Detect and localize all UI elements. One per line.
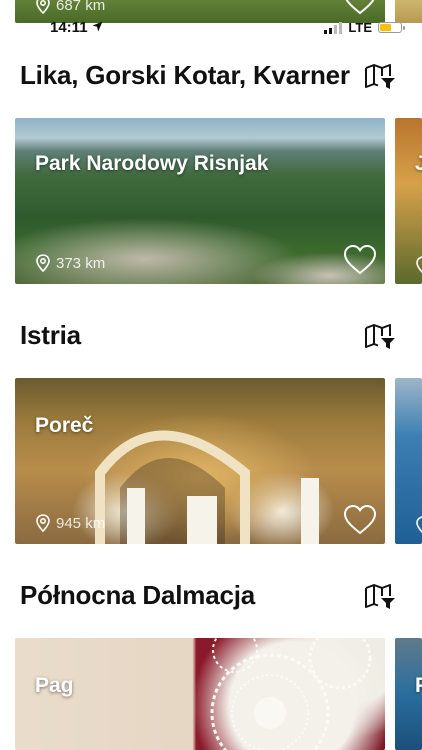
destination-card-peek[interactable]: [395, 378, 422, 544]
heart-icon[interactable]: [343, 504, 377, 536]
location-pin-icon: [36, 514, 50, 532]
heart-icon[interactable]: [343, 0, 377, 16]
card-distance-text: 687 km: [56, 0, 106, 14]
location-arrow-icon: [92, 21, 103, 32]
section-title: Istria: [20, 320, 81, 350]
battery-icon: [378, 22, 405, 33]
location-pin-icon: [36, 0, 50, 14]
card-title: J: [415, 152, 422, 175]
section-title: Lika, Gorski Kotar, Kvarner: [20, 60, 350, 90]
status-time: 14:11: [50, 19, 103, 36]
card-title: P: [415, 674, 422, 698]
location-pin-icon: [36, 254, 50, 272]
location-pin-icon: [416, 516, 422, 534]
heart-icon[interactable]: [343, 244, 377, 276]
location-pin-icon: [416, 256, 422, 274]
status-indicators: LTE: [324, 20, 405, 35]
card-title: Park Narodowy Risnjak: [35, 152, 269, 175]
map-filter-icon[interactable]: [364, 322, 396, 350]
destination-card[interactable]: Poreč 945 km: [15, 378, 385, 544]
card-distance: 687 km: [35, 0, 105, 14]
card-distance: 373 km: [35, 254, 105, 272]
card-distance-text: 373 km: [56, 254, 106, 272]
destination-card[interactable]: Park Narodowy Risnjak 373 km: [15, 118, 385, 284]
map-filter-icon[interactable]: [364, 582, 396, 610]
section-title: Północna Dalmacja: [20, 580, 256, 610]
card-title: Pag: [35, 674, 74, 697]
card-distance-text: 945 km: [56, 514, 106, 532]
signal-strength-icon: [324, 21, 343, 34]
destination-card-peek[interactable]: J: [395, 118, 422, 284]
destination-card[interactable]: Pag: [15, 638, 385, 750]
destination-card-peek[interactable]: P: [395, 638, 422, 750]
card-title: Poreč: [35, 414, 94, 437]
card-distance: 945 km: [35, 514, 105, 532]
map-filter-icon[interactable]: [364, 62, 396, 90]
network-type: LTE: [348, 20, 372, 35]
